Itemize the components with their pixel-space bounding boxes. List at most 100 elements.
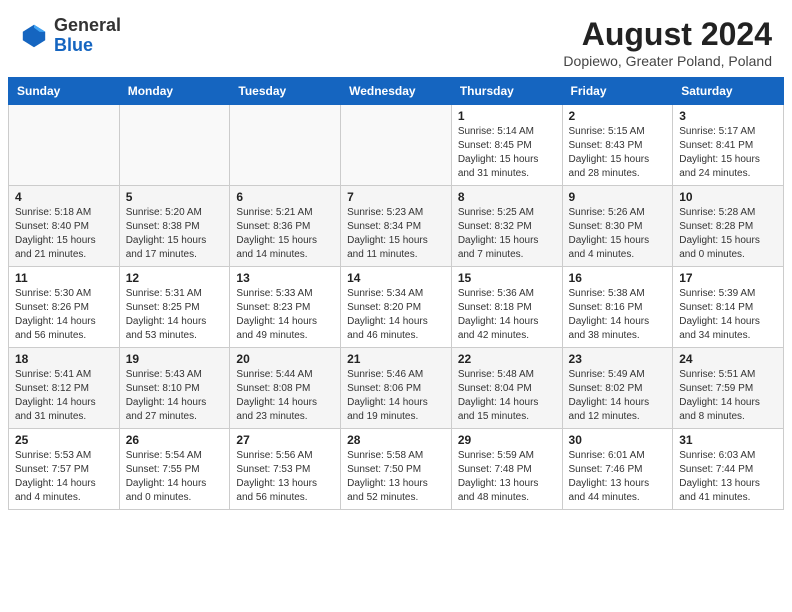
day-number: 12 xyxy=(126,271,224,285)
day-number: 16 xyxy=(569,271,667,285)
day-info: Sunrise: 5:26 AM Sunset: 8:30 PM Dayligh… xyxy=(569,206,667,262)
table-row: 4 Sunrise: 5:18 AM Sunset: 8:40 PM Daylig… xyxy=(9,186,120,267)
day-number: 24 xyxy=(679,352,777,366)
header: General Blue August 2024 Dopiewo, Greate… xyxy=(0,0,792,77)
day-info: Sunrise: 5:31 AM Sunset: 8:25 PM Dayligh… xyxy=(126,287,224,343)
day-info: Sunrise: 5:18 AM Sunset: 8:40 PM Dayligh… xyxy=(15,206,113,262)
day-info: Sunrise: 5:44 AM Sunset: 8:08 PM Dayligh… xyxy=(236,368,334,424)
table-row xyxy=(9,105,120,186)
table-row: 18 Sunrise: 5:41 AM Sunset: 8:12 PM Dayli… xyxy=(9,348,120,429)
table-row xyxy=(230,105,341,186)
table-row: 24Sunrise: 5:51 AM Sunset: 7:59 PM Dayli… xyxy=(673,348,784,429)
day-number: 9 xyxy=(569,190,667,204)
day-number: 14 xyxy=(347,271,445,285)
table-row: 15 Sunrise: 5:36 AM Sunset: 8:18 PM Dayli… xyxy=(451,267,562,348)
day-info: Sunrise: 5:48 AM Sunset: 8:04 PM Dayligh… xyxy=(458,368,556,424)
day-info: Sunrise: 6:01 AM Sunset: 7:46 PM Dayligh… xyxy=(569,449,667,505)
day-number: 28 xyxy=(347,433,445,447)
day-info: Sunrise: 5:43 AM Sunset: 8:10 PM Dayligh… xyxy=(126,368,224,424)
table-row: 8 Sunrise: 5:25 AM Sunset: 8:32 PM Daylig… xyxy=(451,186,562,267)
table-row: 1 Sunrise: 5:14 AM Sunset: 8:45 PM Daylig… xyxy=(451,105,562,186)
day-info: Sunrise: 6:03 AM Sunset: 7:44 PM Dayligh… xyxy=(679,449,777,505)
day-info: Sunrise: 5:39 AM Sunset: 8:14 PM Dayligh… xyxy=(679,287,777,343)
table-row: 17 Sunrise: 5:39 AM Sunset: 8:14 PM Dayli… xyxy=(673,267,784,348)
day-info: Sunrise: 5:46 AM Sunset: 8:06 PM Dayligh… xyxy=(347,368,445,424)
table-row: 3Sunrise: 5:17 AM Sunset: 8:41 PM Daylig… xyxy=(673,105,784,186)
table-row: 20 Sunrise: 5:44 AM Sunset: 8:08 PM Dayli… xyxy=(230,348,341,429)
day-info: Sunrise: 5:49 AM Sunset: 8:02 PM Dayligh… xyxy=(569,368,667,424)
table-row: 19 Sunrise: 5:43 AM Sunset: 8:10 PM Dayli… xyxy=(119,348,230,429)
col-saturday: Saturday xyxy=(673,78,784,105)
logo-general-text: General xyxy=(54,15,121,35)
day-number: 15 xyxy=(458,271,556,285)
table-row: 22 Sunrise: 5:48 AM Sunset: 8:04 PM Dayli… xyxy=(451,348,562,429)
logo-blue-text: Blue xyxy=(54,35,93,55)
col-tuesday: Tuesday xyxy=(230,78,341,105)
calendar-wrapper: Sunday Monday Tuesday Wednesday Thursday… xyxy=(0,77,792,528)
day-number: 26 xyxy=(126,433,224,447)
day-number: 22 xyxy=(458,352,556,366)
day-info: Sunrise: 5:25 AM Sunset: 8:32 PM Dayligh… xyxy=(458,206,556,262)
day-number: 30 xyxy=(569,433,667,447)
logo: General Blue xyxy=(20,16,121,56)
day-number: 17 xyxy=(679,271,777,285)
day-number: 21 xyxy=(347,352,445,366)
table-row: 7Sunrise: 5:23 AM Sunset: 8:34 PM Daylig… xyxy=(341,186,452,267)
day-number: 13 xyxy=(236,271,334,285)
day-info: Sunrise: 5:59 AM Sunset: 7:48 PM Dayligh… xyxy=(458,449,556,505)
table-row: 9 Sunrise: 5:26 AM Sunset: 8:30 PM Daylig… xyxy=(562,186,673,267)
col-wednesday: Wednesday xyxy=(341,78,452,105)
logo-icon xyxy=(20,22,48,50)
day-number: 25 xyxy=(15,433,113,447)
table-row: 10 Sunrise: 5:28 AM Sunset: 8:28 PM Dayli… xyxy=(673,186,784,267)
day-number: 19 xyxy=(126,352,224,366)
table-row: 14 Sunrise: 5:34 AM Sunset: 8:20 PM Dayli… xyxy=(341,267,452,348)
day-number: 23 xyxy=(569,352,667,366)
day-number: 6 xyxy=(236,190,334,204)
table-row: 5 Sunrise: 5:20 AM Sunset: 8:38 PM Daylig… xyxy=(119,186,230,267)
location: Dopiewo, Greater Poland, Poland xyxy=(563,53,772,69)
table-row: 11Sunrise: 5:30 AM Sunset: 8:26 PM Dayli… xyxy=(9,267,120,348)
day-info: Sunrise: 5:28 AM Sunset: 8:28 PM Dayligh… xyxy=(679,206,777,262)
calendar-table: Sunday Monday Tuesday Wednesday Thursday… xyxy=(8,77,784,510)
day-number: 10 xyxy=(679,190,777,204)
day-number: 18 xyxy=(15,352,113,366)
calendar-row: 1 Sunrise: 5:14 AM Sunset: 8:45 PM Daylig… xyxy=(9,105,784,186)
day-number: 27 xyxy=(236,433,334,447)
title-block: August 2024 Dopiewo, Greater Poland, Pol… xyxy=(563,16,772,69)
table-row: 29 Sunrise: 5:59 AM Sunset: 7:48 PM Dayli… xyxy=(451,429,562,510)
day-number: 1 xyxy=(458,109,556,123)
day-info: Sunrise: 5:56 AM Sunset: 7:53 PM Dayligh… xyxy=(236,449,334,505)
day-info: Sunrise: 5:58 AM Sunset: 7:50 PM Dayligh… xyxy=(347,449,445,505)
col-friday: Friday xyxy=(562,78,673,105)
col-sunday: Sunday xyxy=(9,78,120,105)
day-info: Sunrise: 5:38 AM Sunset: 8:16 PM Dayligh… xyxy=(569,287,667,343)
day-info: Sunrise: 5:34 AM Sunset: 8:20 PM Dayligh… xyxy=(347,287,445,343)
day-info: Sunrise: 5:33 AM Sunset: 8:23 PM Dayligh… xyxy=(236,287,334,343)
table-row: 2Sunrise: 5:15 AM Sunset: 8:43 PM Daylig… xyxy=(562,105,673,186)
table-row: 31 Sunrise: 6:03 AM Sunset: 7:44 PM Dayli… xyxy=(673,429,784,510)
day-number: 5 xyxy=(126,190,224,204)
table-row xyxy=(119,105,230,186)
month-year: August 2024 xyxy=(563,16,772,53)
day-number: 20 xyxy=(236,352,334,366)
col-thursday: Thursday xyxy=(451,78,562,105)
table-row: 16 Sunrise: 5:38 AM Sunset: 8:16 PM Dayli… xyxy=(562,267,673,348)
day-number: 29 xyxy=(458,433,556,447)
day-info: Sunrise: 5:41 AM Sunset: 8:12 PM Dayligh… xyxy=(15,368,113,424)
day-number: 3 xyxy=(679,109,777,123)
day-number: 31 xyxy=(679,433,777,447)
day-info: Sunrise: 5:14 AM Sunset: 8:45 PM Dayligh… xyxy=(458,125,556,181)
day-number: 8 xyxy=(458,190,556,204)
table-row xyxy=(341,105,452,186)
day-info: Sunrise: 5:36 AM Sunset: 8:18 PM Dayligh… xyxy=(458,287,556,343)
day-info: Sunrise: 5:20 AM Sunset: 8:38 PM Dayligh… xyxy=(126,206,224,262)
day-number: 2 xyxy=(569,109,667,123)
table-row: 26Sunrise: 5:54 AM Sunset: 7:55 PM Dayli… xyxy=(119,429,230,510)
calendar-row: 18 Sunrise: 5:41 AM Sunset: 8:12 PM Dayli… xyxy=(9,348,784,429)
table-row: 28 Sunrise: 5:58 AM Sunset: 7:50 PM Dayli… xyxy=(341,429,452,510)
day-number: 4 xyxy=(15,190,113,204)
table-row: 12 Sunrise: 5:31 AM Sunset: 8:25 PM Dayli… xyxy=(119,267,230,348)
calendar-row: 4 Sunrise: 5:18 AM Sunset: 8:40 PM Daylig… xyxy=(9,186,784,267)
col-monday: Monday xyxy=(119,78,230,105)
